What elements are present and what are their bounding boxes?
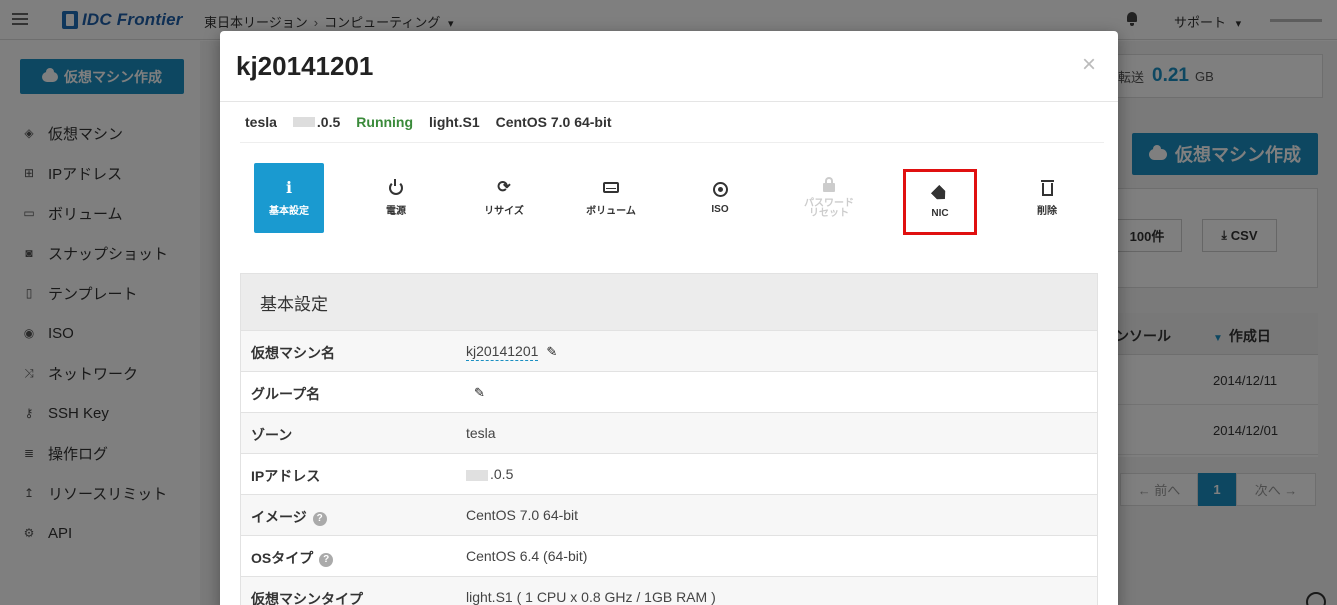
ip-redacted	[292, 117, 315, 127]
detail-row-ostype: OSタイプ? CentOS 6.4 (64-bit)	[241, 535, 1097, 576]
ip-value: .0.5	[490, 466, 514, 482]
action-label: 削除	[1037, 205, 1057, 217]
action-toolbar: i 基本設定 電源 ⟳ リサイズ ボリューム ISO パスワード リセット NI…	[254, 163, 1104, 235]
row-value: kj20141201 ✎	[466, 343, 557, 361]
summary-os: CentOS 7.0 64-bit	[495, 114, 612, 130]
pencil-icon[interactable]: ✎	[546, 344, 557, 360]
row-key: グループ名	[251, 386, 321, 402]
ip-redacted	[466, 469, 488, 481]
row-value: tesla	[466, 425, 496, 441]
detail-row-group: グループ名 ✎	[241, 371, 1097, 412]
row-value: .0.5	[466, 466, 513, 482]
divider	[240, 142, 1104, 143]
action-label: リサイズ	[484, 205, 524, 217]
basic-settings-panel: 基本設定 仮想マシン名 kj20141201 ✎ グループ名 ✎ ゾーン tesl…	[240, 273, 1098, 605]
row-key: IPアドレス	[251, 468, 321, 484]
detail-row-ip: IPアドレス .0.5	[241, 453, 1097, 494]
row-key: OSタイプ?	[251, 548, 334, 568]
lock-icon	[823, 177, 835, 193]
question-circle-icon[interactable]: ?	[312, 512, 327, 526]
divider	[220, 101, 1118, 102]
row-key: ゾーン	[251, 427, 293, 443]
question-circle-icon[interactable]: ?	[319, 553, 334, 567]
power-icon	[389, 178, 403, 196]
nic-button[interactable]: NIC	[903, 169, 977, 235]
disc-icon	[712, 182, 728, 198]
vm-summary: tesla .0.5 Running light.S1 CentOS 7.0 6…	[245, 114, 628, 130]
hdd-icon	[603, 180, 619, 196]
row-value: ✎	[466, 384, 485, 401]
summary-ip: .0.5	[316, 114, 341, 130]
status-badge: Running	[356, 114, 414, 130]
row-key: 仮想マシンタイプ	[251, 591, 363, 605]
action-label: ISO	[711, 203, 729, 215]
trash-icon	[1040, 179, 1054, 196]
vm-name-value[interactable]: kj20141201	[466, 343, 539, 361]
action-label: NIC	[931, 207, 949, 219]
info-icon: i	[285, 177, 293, 197]
row-value: light.S1 ( 1 CPU x 0.8 GHz / 1GB RAM )	[466, 589, 716, 605]
resize-button[interactable]: ⟳ リサイズ	[469, 163, 539, 233]
row-key-label: イメージ	[251, 509, 307, 525]
action-label: パスワード リセット	[804, 198, 854, 219]
detail-row-vm-type: 仮想マシンタイプ light.S1 ( 1 CPU x 0.8 GHz / 1G…	[241, 576, 1097, 605]
row-value: CentOS 7.0 64-bit	[466, 507, 579, 523]
tag-icon	[933, 186, 947, 202]
detail-row-image: イメージ? CentOS 7.0 64-bit	[241, 494, 1097, 535]
row-value: CentOS 6.4 (64-bit)	[466, 548, 588, 564]
action-label: 基本設定	[269, 205, 309, 217]
detail-row-vm-name: 仮想マシン名 kj20141201 ✎	[241, 330, 1097, 371]
action-label: 電源	[386, 205, 406, 217]
summary-type: light.S1	[429, 114, 480, 130]
vm-detail-modal: kj20141201 × tesla .0.5 Running light.S1…	[220, 31, 1118, 605]
password-reset-button[interactable]: パスワード リセット	[794, 163, 864, 233]
panel-title: 基本設定	[241, 274, 1097, 330]
volume-button[interactable]: ボリューム	[576, 163, 646, 233]
iso-button[interactable]: ISO	[685, 163, 755, 233]
row-key-label: OSタイプ	[251, 550, 314, 566]
detail-row-zone: ゾーン tesla	[241, 412, 1097, 453]
refresh-icon: ⟳	[497, 178, 511, 196]
summary-zone: tesla	[245, 114, 277, 130]
modal-title: kj20141201	[236, 51, 374, 81]
row-key: イメージ?	[251, 507, 327, 527]
delete-button[interactable]: 削除	[1012, 163, 1082, 233]
pencil-icon[interactable]: ✎	[474, 385, 485, 401]
row-key: 仮想マシン名	[251, 345, 335, 361]
power-button[interactable]: 電源	[361, 163, 431, 233]
basic-settings-button[interactable]: i 基本設定	[254, 163, 324, 233]
action-label: ボリューム	[586, 205, 636, 217]
close-icon[interactable]: ×	[1082, 53, 1096, 77]
